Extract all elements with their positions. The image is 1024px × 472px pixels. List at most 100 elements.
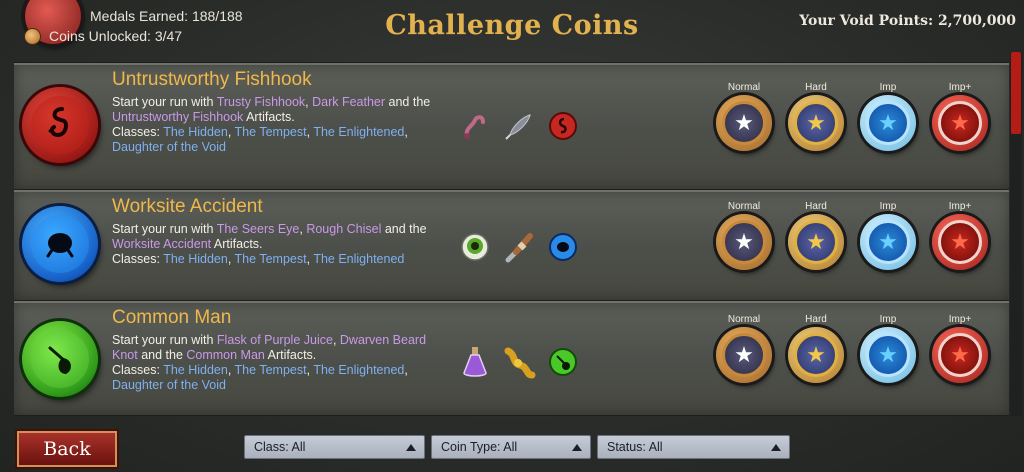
caret-up-icon (771, 444, 781, 451)
difficulty-label: Hard (805, 314, 827, 325)
medal-hard[interactable]: Hard ★ (783, 313, 849, 383)
imp-plus-medal-icon: ★ (932, 95, 988, 151)
classes-label: Classes: (112, 252, 164, 266)
coin-row-common-man[interactable]: Common Man Start your run with Flask of … (14, 301, 1009, 416)
difficulty-label: Hard (805, 201, 827, 212)
eye-icon (458, 230, 492, 264)
desc-suffix: Artifacts. (243, 110, 295, 124)
class-name: The Tempest (234, 125, 307, 139)
back-button[interactable]: Back (17, 431, 117, 467)
medal-imp-plus[interactable]: Imp+ ★ (927, 313, 993, 383)
class-name: The Enlightened (313, 125, 405, 139)
coin-text: Common Man Start your run with Flask of … (112, 307, 442, 393)
artifact-1: Trusty Fishhook (216, 95, 306, 109)
difficulty-label: Imp (879, 314, 897, 325)
coin-description: Start your run with The Seers Eye, Rough… (112, 222, 442, 252)
coin-row-worksite-accident[interactable]: Worksite Accident Start your run with Th… (14, 190, 1009, 303)
coin-classes: Classes: The Hidden, The Tempest, The En… (112, 125, 408, 154)
imp-plus-medal-icon: ★ (932, 214, 988, 270)
medal-normal[interactable]: Normal ★ (711, 200, 777, 270)
difficulty-medals: Normal ★ Hard ★ Imp ★ Imp+ ★ (711, 81, 993, 151)
difficulty-label: Normal (727, 201, 761, 212)
coin-name: Untrustworthy Fishhook (112, 69, 312, 90)
medal-imp-plus[interactable]: Imp+ ★ (927, 81, 993, 151)
artifact-2: Rough Chisel (306, 222, 382, 236)
caret-up-icon (572, 444, 582, 451)
difficulty-label: Imp (879, 82, 897, 93)
blob-glyph-icon (46, 233, 74, 258)
coin-description: Start your run with Flask of Purple Juic… (112, 333, 442, 363)
artifact-3: Worksite Accident (112, 237, 212, 251)
desc-sep: and the (385, 95, 431, 109)
imp-plus-medal-icon: ★ (932, 327, 988, 383)
medal-imp[interactable]: Imp ★ (855, 200, 921, 270)
chisel-icon (502, 230, 536, 264)
class-name: The Hidden (163, 252, 228, 266)
common-man-coin-icon (22, 321, 98, 397)
difficulty-label: Normal (727, 314, 761, 325)
imp-medal-icon: ★ (860, 327, 916, 383)
satchel-glyph-icon (48, 346, 71, 374)
artifact-1: The Seers Eye (216, 222, 300, 236)
artifact-2: Dark Feather (312, 95, 386, 109)
feather-icon (502, 109, 536, 143)
desc-prefix: Start your run with (112, 222, 217, 236)
difficulty-label: Imp+ (948, 82, 972, 93)
artifact-3: Untrustworthy Fishhook (112, 110, 244, 124)
artifact-1: Flask of Purple Juice (216, 333, 333, 347)
green-coin-icon (546, 345, 580, 379)
class-name: The Hidden (163, 125, 228, 139)
status-filter-select[interactable]: Status: All (597, 435, 790, 459)
imp-medal-icon: ★ (860, 95, 916, 151)
class-name: Daughter of the Void (112, 378, 226, 392)
normal-medal-icon: ★ (716, 327, 772, 383)
medal-imp-plus[interactable]: Imp+ ★ (927, 200, 993, 270)
hard-medal-icon: ★ (788, 95, 844, 151)
desc-prefix: Start your run with (112, 333, 217, 347)
caret-up-icon (406, 444, 416, 451)
coin-description: Start your run with Trusty Fishhook, Dar… (112, 95, 442, 125)
medal-hard[interactable]: Hard ★ (783, 200, 849, 270)
artifact-items (458, 345, 580, 379)
class-name: The Enlightened (313, 363, 405, 377)
coin-classes: Classes: The Hidden, The Tempest, The En… (112, 252, 405, 266)
void-points: Your Void Points: 2,700,000 (799, 13, 1016, 29)
medal-normal[interactable]: Normal ★ (711, 313, 777, 383)
coin-row-untrustworthy-fishhook[interactable]: Untrustworthy Fishhook Start your run wi… (14, 63, 1009, 192)
class-name: The Tempest (234, 363, 307, 377)
hook-glyph-icon (48, 107, 68, 138)
difficulty-medals: Normal ★ Hard ★ Imp ★ Imp+ ★ (711, 200, 993, 270)
artifact-items (458, 109, 580, 143)
class-name: Daughter of the Void (112, 140, 226, 154)
flask-icon (458, 345, 492, 379)
medal-imp[interactable]: Imp ★ (855, 81, 921, 151)
scrollbar[interactable] (1010, 52, 1022, 416)
coin-type-filter-value: Coin Type: All (441, 440, 518, 454)
desc-sep: and the (381, 222, 427, 236)
difficulty-label: Imp+ (948, 314, 972, 325)
normal-medal-icon: ★ (716, 214, 772, 270)
artifact-items (458, 230, 580, 264)
blue-coin-icon (546, 230, 580, 264)
difficulty-label: Hard (805, 82, 827, 93)
difficulty-label: Imp (879, 201, 897, 212)
difficulty-label: Normal (727, 82, 761, 93)
coin-classes: Classes: The Hidden, The Tempest, The En… (112, 363, 408, 392)
difficulty-medals: Normal ★ Hard ★ Imp ★ Imp+ ★ (711, 313, 993, 383)
desc-sep: and the (137, 348, 187, 362)
class-name: The Enlightened (313, 252, 405, 266)
worksite-coin-icon (22, 206, 98, 282)
coin-type-filter-select[interactable]: Coin Type: All (431, 435, 591, 459)
class-filter-select[interactable]: Class: All (244, 435, 425, 459)
medal-hard[interactable]: Hard ★ (783, 81, 849, 151)
medal-normal[interactable]: Normal ★ (711, 81, 777, 151)
medal-imp[interactable]: Imp ★ (855, 313, 921, 383)
status-filter-value: Status: All (607, 440, 663, 454)
desc-sep: , (332, 333, 340, 347)
coin-name: Worksite Accident (112, 196, 263, 217)
fishhook-coin-icon (22, 87, 98, 163)
beard-knot-icon (502, 345, 536, 379)
scrollbar-thumb[interactable] (1011, 52, 1021, 134)
coin-name: Common Man (112, 307, 232, 328)
coin-text: Untrustworthy Fishhook Start your run wi… (112, 69, 442, 155)
